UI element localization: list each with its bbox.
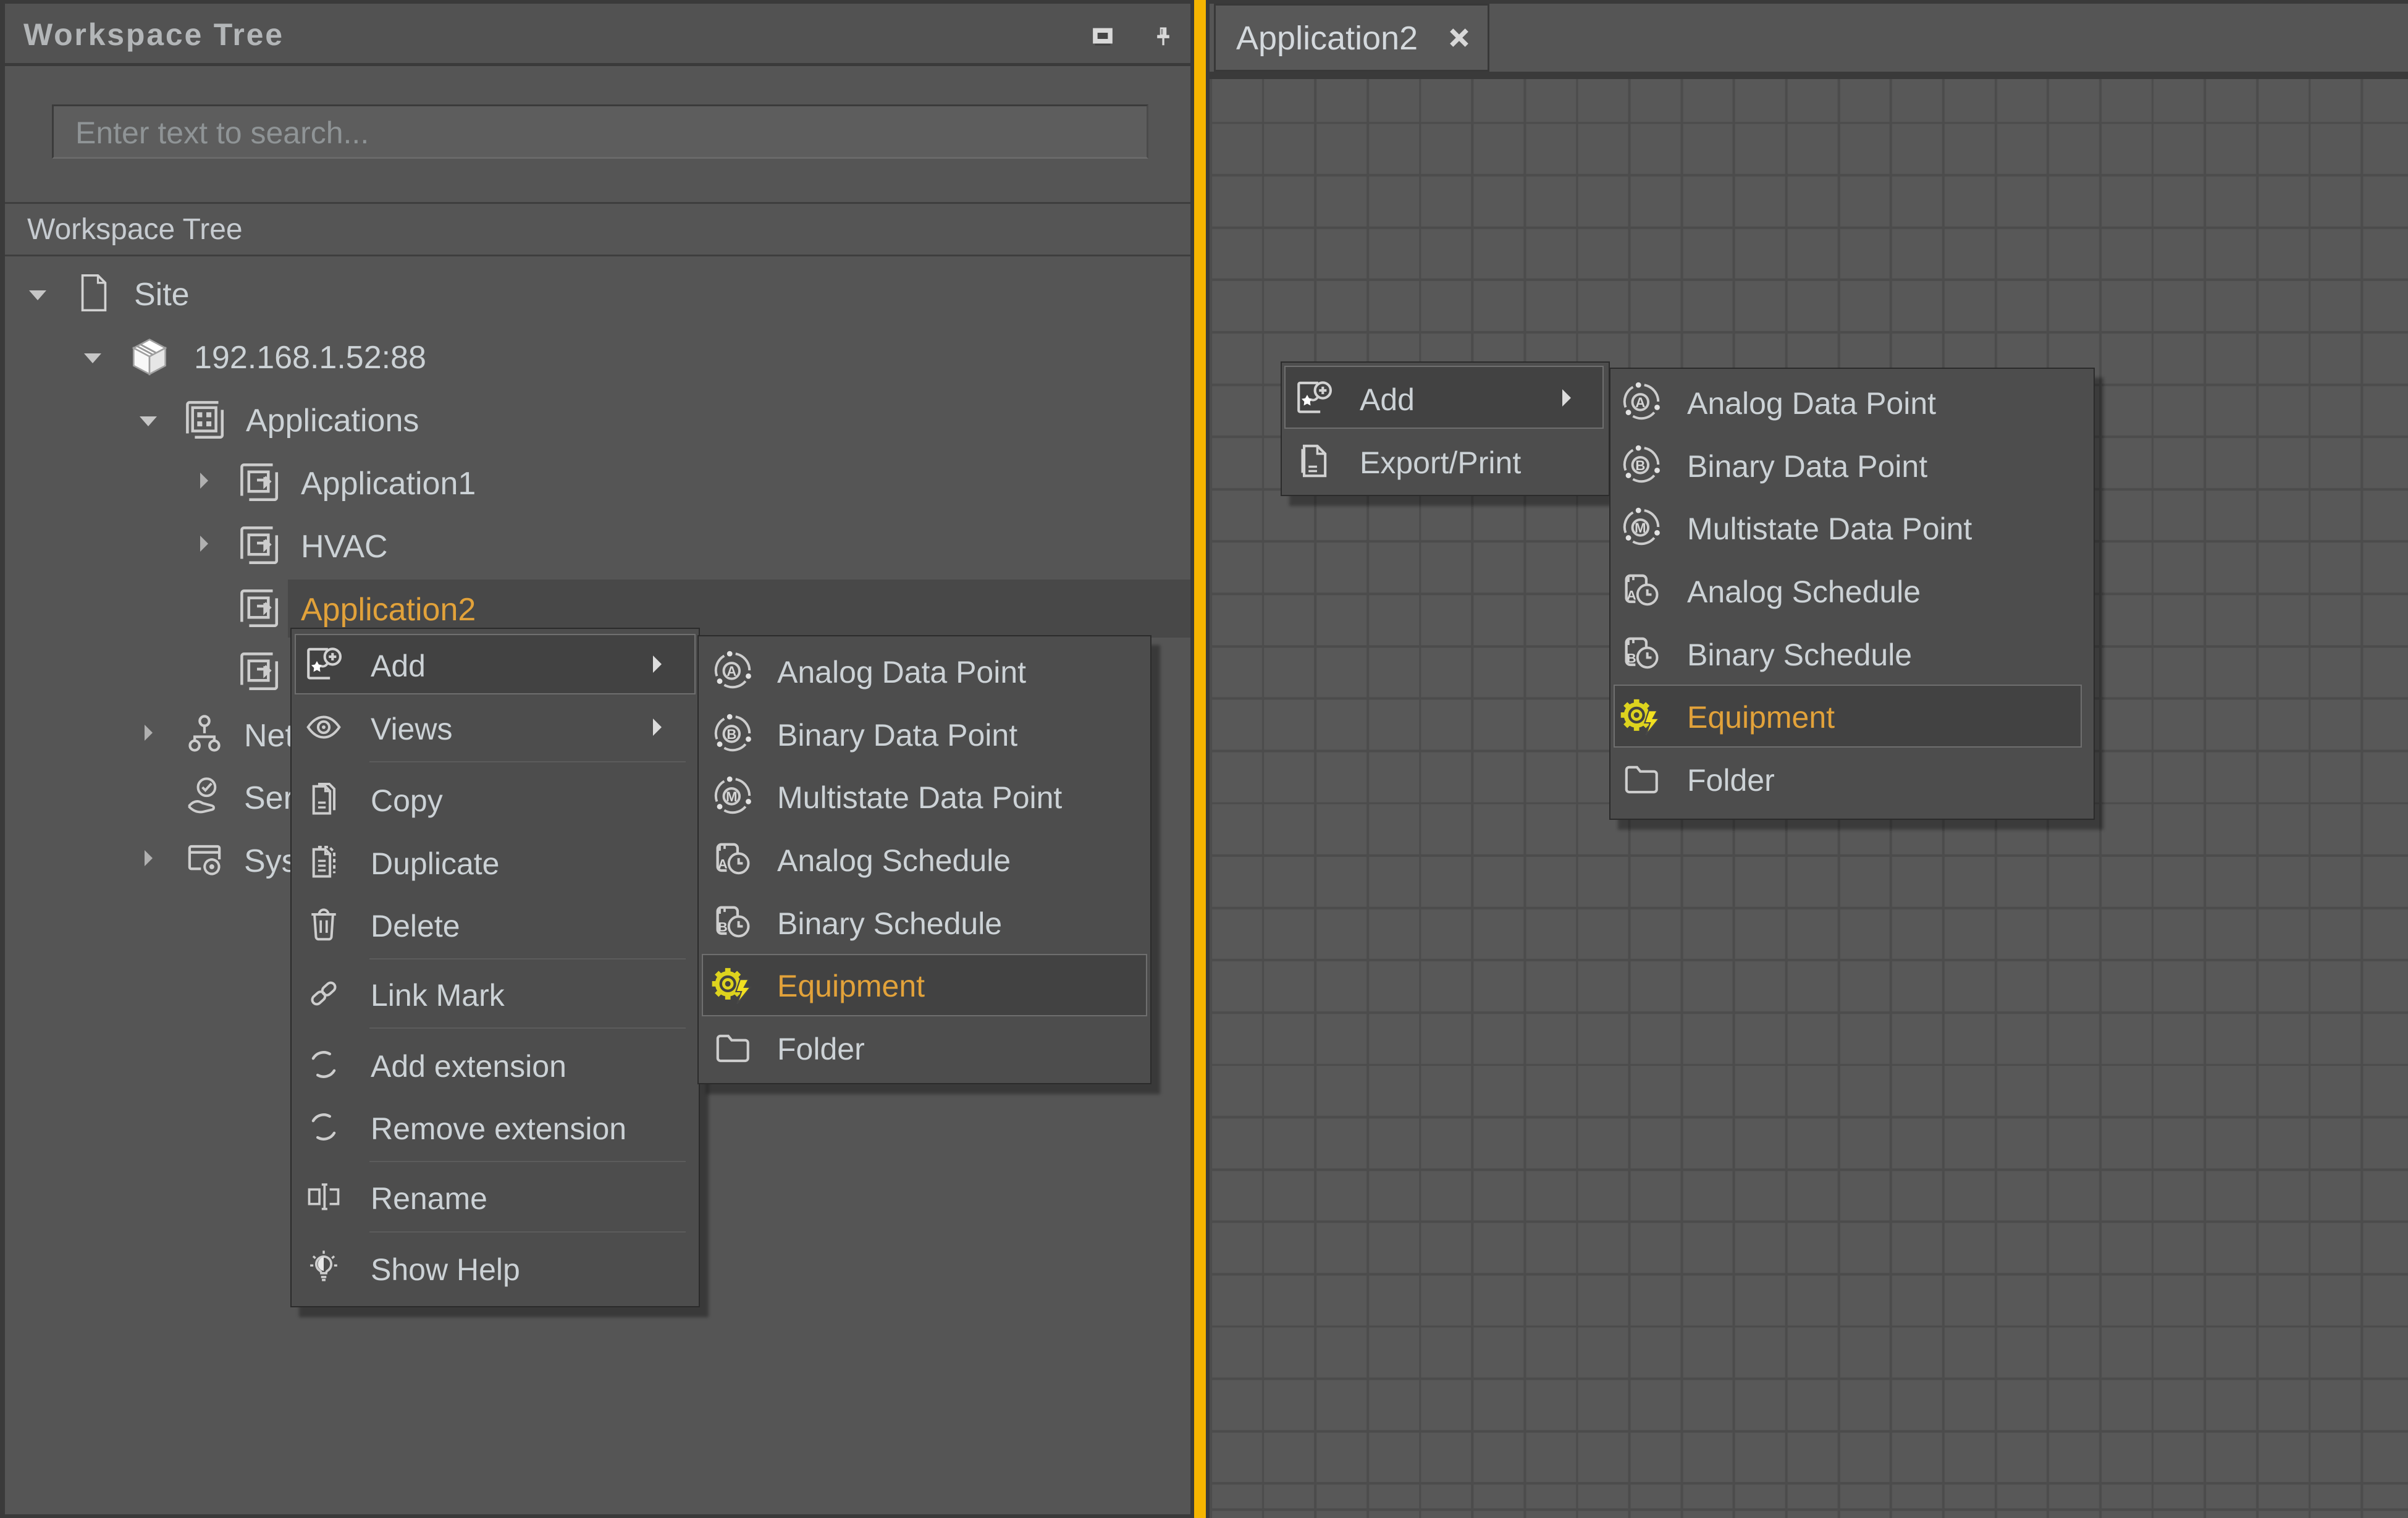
svg-text:B: B <box>726 727 736 742</box>
svg-text:A: A <box>726 664 736 679</box>
svg-text:A: A <box>718 856 728 871</box>
svg-text:B: B <box>1635 458 1645 473</box>
svg-text:M: M <box>1635 520 1646 536</box>
svg-text:A: A <box>1627 588 1636 602</box>
svg-text:B: B <box>718 919 728 934</box>
svg-text:A: A <box>1635 395 1645 410</box>
svg-text:M: M <box>726 789 737 804</box>
svg-text:B: B <box>1627 651 1636 665</box>
